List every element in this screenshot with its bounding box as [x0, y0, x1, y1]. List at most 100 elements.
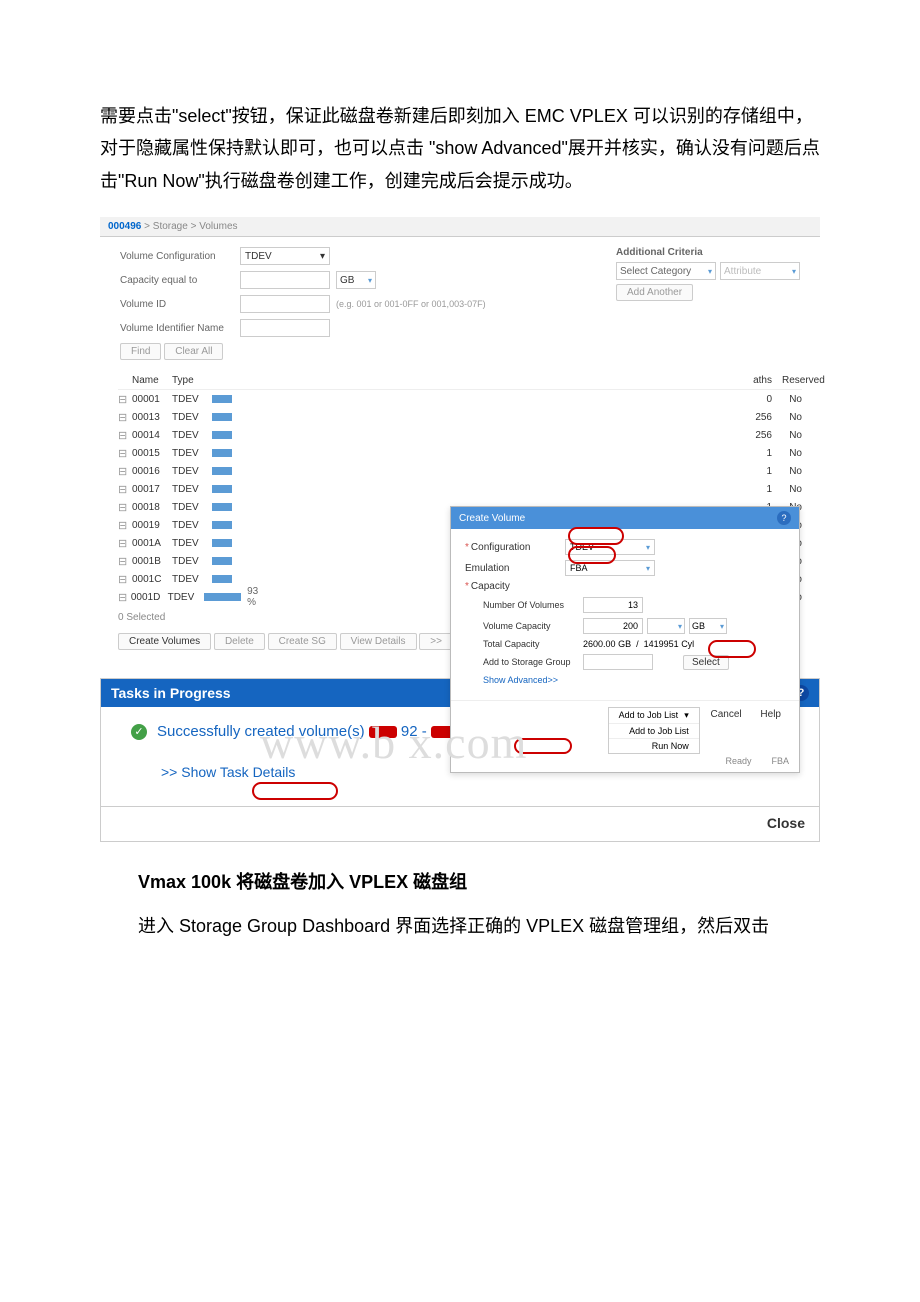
table-row[interactable]: ⊟00018TDEV — [118, 498, 268, 516]
breadcrumb-sep: > Storage > — [144, 221, 196, 232]
cell-paths: 1 — [746, 484, 772, 495]
cell-id: 00015 — [132, 448, 172, 459]
chevron-down-icon: ▾ — [708, 267, 712, 276]
create-sg-button[interactable]: Create SG — [268, 633, 337, 650]
table-row[interactable]: ⊟0001CTDEV — [118, 570, 268, 588]
help-button[interactable]: Help — [752, 707, 789, 722]
help-icon[interactable]: ? — [777, 511, 791, 525]
cell-paths: 256 — [746, 412, 772, 423]
allocation-bar — [212, 503, 232, 511]
check-icon: ✓ — [131, 724, 147, 740]
add-to-job-list-dropdown[interactable]: Add to Job List▾ Add to Job List Run Now — [608, 707, 700, 754]
table-row[interactable]: 1No — [268, 444, 802, 462]
col-reserved[interactable]: Reserved — [782, 375, 802, 386]
show-advanced-link[interactable]: Show Advanced>> — [483, 675, 558, 685]
total-capacity-cyl: 1419951 — [644, 639, 679, 649]
more-actions-button[interactable]: >> — [419, 633, 453, 650]
cell-type: TDEV — [172, 520, 212, 531]
volume-icon: ⊟ — [118, 573, 132, 586]
allocation-bar — [212, 431, 232, 439]
emulation-value: FBA — [570, 563, 588, 573]
input-volume-id[interactable] — [240, 295, 330, 313]
add-another-button[interactable]: Add Another — [616, 284, 693, 301]
cell-type: TDEV — [172, 430, 212, 441]
table-row[interactable]: ⊟00014TDEV — [118, 426, 268, 444]
redacted-icon — [369, 726, 397, 738]
label-emulation: Emulation — [465, 563, 565, 574]
select-configuration[interactable]: TDEV▾ — [565, 539, 655, 555]
view-details-button[interactable]: View Details — [340, 633, 417, 650]
total-capacity-sep: / — [636, 639, 639, 649]
table-row[interactable]: 256No — [268, 408, 802, 426]
allocation-bar — [204, 593, 241, 601]
chevron-down-icon: ▾ — [684, 710, 689, 721]
total-capacity-unit: GB — [618, 639, 631, 649]
volume-icon: ⊟ — [118, 483, 132, 496]
col-paths[interactable]: aths — [746, 375, 772, 386]
table-row[interactable]: 1 No — [268, 480, 802, 498]
cell-paths: 1 — [746, 466, 772, 477]
table-row[interactable]: ⊟0001ATDEV — [118, 534, 268, 552]
add-to-job-list-option[interactable]: Add to Job List — [609, 724, 699, 739]
table-row[interactable]: 1No — [268, 462, 802, 480]
chevron-down-icon: ▾ — [368, 276, 372, 285]
select-attribute[interactable]: Attribute ▾ — [720, 262, 800, 280]
breadcrumb-id[interactable]: 000496 — [108, 221, 141, 232]
table-row[interactable]: ⊟00017TDEV — [118, 480, 268, 498]
chevron-down-icon: ▾ — [720, 622, 724, 631]
volume-icon: ⊟ — [118, 501, 132, 514]
cell-paths: 0 — [746, 394, 772, 405]
select-category[interactable]: Select Category ▾ — [616, 262, 716, 280]
cell-type: TDEV — [172, 466, 212, 477]
cell-reserved: No — [782, 484, 802, 495]
allocation-bar — [212, 485, 232, 493]
table-row[interactable]: ⊟00016TDEV — [118, 462, 268, 480]
chevron-down-icon: ▾ — [646, 564, 650, 573]
input-volume-name[interactable] — [240, 319, 330, 337]
find-button[interactable]: Find — [120, 343, 161, 360]
table-row[interactable]: ⊟00019TDEV — [118, 516, 268, 534]
breadcrumb-page: Volumes — [199, 221, 237, 232]
chevron-down-icon: ▾ — [678, 622, 682, 631]
input-storage-group[interactable] — [583, 654, 653, 670]
select-capacity-unit[interactable]: GB ▾ — [336, 271, 376, 289]
cell-type: TDEV — [172, 502, 212, 513]
selected-count: 0 Selected — [118, 606, 268, 633]
run-now-option[interactable]: Run Now — [609, 739, 699, 753]
select-vol-cap-unit[interactable]: GB ▾ — [689, 618, 727, 634]
configuration-value: TDEV — [570, 542, 594, 552]
col-name[interactable]: Name — [132, 375, 172, 386]
allocation-bar — [212, 467, 232, 475]
table-row[interactable]: 256No — [268, 426, 802, 444]
table-row[interactable]: 0No — [268, 390, 802, 408]
total-capacity-value: 2600.00 — [583, 639, 616, 649]
cell-id: 00017 — [132, 484, 172, 495]
table-row[interactable]: ⊟0001BTDEV — [118, 552, 268, 570]
cell-id: 00019 — [132, 520, 172, 531]
close-button[interactable]: Close — [767, 815, 805, 831]
table-row[interactable]: ⊟00015TDEV — [118, 444, 268, 462]
cell-type: TDEV — [172, 448, 212, 459]
delete-button[interactable]: Delete — [214, 633, 265, 650]
table-row[interactable]: ⊟0001DTDEV93 % — [118, 588, 268, 606]
table-row[interactable]: ⊟00013TDEV — [118, 408, 268, 426]
input-volume-config[interactable]: TDEV ▾ — [240, 247, 330, 265]
select-emulation[interactable]: FBA ▾ — [565, 560, 655, 576]
input-num-volumes[interactable]: 13 — [583, 597, 643, 613]
clear-all-button[interactable]: Clear All — [164, 343, 223, 360]
create-volumes-button[interactable]: Create Volumes — [118, 633, 211, 650]
cell-paths: 1 — [746, 448, 772, 459]
additional-criteria-label: Additional Criteria — [616, 247, 800, 258]
filter-area: Volume Configuration TDEV ▾ Capacity equ… — [100, 237, 820, 372]
table-row[interactable]: ⊟00001TDEV — [118, 390, 268, 408]
col-type[interactable]: Type — [172, 375, 212, 386]
vol-cap-unit-value: GB — [692, 621, 705, 631]
allocation-bar — [212, 575, 232, 583]
input-vol-capacity[interactable]: 200 — [583, 618, 643, 634]
label-volume-id: Volume ID — [120, 299, 240, 310]
input-capacity[interactable] — [240, 271, 330, 289]
select-button[interactable]: Select — [683, 655, 729, 670]
cancel-button[interactable]: Cancel — [703, 707, 750, 722]
volume-icon: ⊟ — [118, 465, 132, 478]
select-vol-cap-dropdown1[interactable]: ▾ — [647, 618, 685, 634]
